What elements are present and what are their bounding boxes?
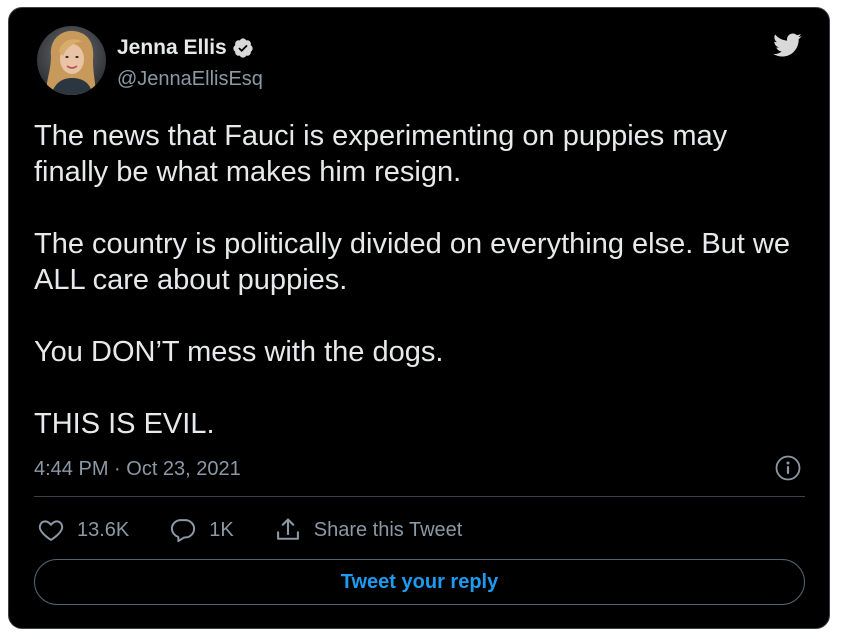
tweet-paragraph: You DON’T mess with the dogs. (34, 336, 444, 368)
tweet-text: The news that Fauci is experimenting on … (34, 118, 794, 442)
avatar[interactable] (37, 26, 106, 95)
share-label: Share this Tweet (313, 518, 463, 541)
reply-count: 1K (209, 518, 234, 541)
display-name[interactable]: Jenna Ellis (117, 36, 227, 60)
divider (34, 496, 805, 497)
twitter-bird-icon[interactable] (769, 30, 805, 60)
author-handle[interactable]: @JennaEllisEsq (117, 68, 263, 91)
author-name-row: Jenna Ellis (117, 36, 254, 60)
tweet-timestamp[interactable]: 4:44 PM · Oct 23, 2021 (34, 458, 241, 481)
comment-icon (169, 516, 197, 544)
verified-badge-icon (232, 37, 254, 59)
share-button[interactable]: Share this Tweet (274, 516, 463, 544)
tweet-paragraph: THIS IS EVIL. (34, 408, 215, 440)
share-icon (274, 516, 302, 544)
tweet-card: Jenna Ellis @JennaEllisEsq The news that… (8, 7, 830, 629)
tweet-reply-button[interactable]: Tweet your reply (34, 559, 805, 605)
info-icon[interactable] (775, 455, 801, 481)
heart-icon (37, 516, 65, 544)
action-bar: 13.6K 1K Share this Tweet (37, 515, 502, 545)
like-button[interactable]: 13.6K (37, 516, 129, 544)
like-count: 13.6K (77, 518, 130, 541)
reply-count-button[interactable]: 1K (169, 516, 234, 544)
tweet-paragraph: The country is politically divided on ev… (34, 228, 790, 296)
tweet-paragraph: The news that Fauci is experimenting on … (34, 120, 728, 188)
